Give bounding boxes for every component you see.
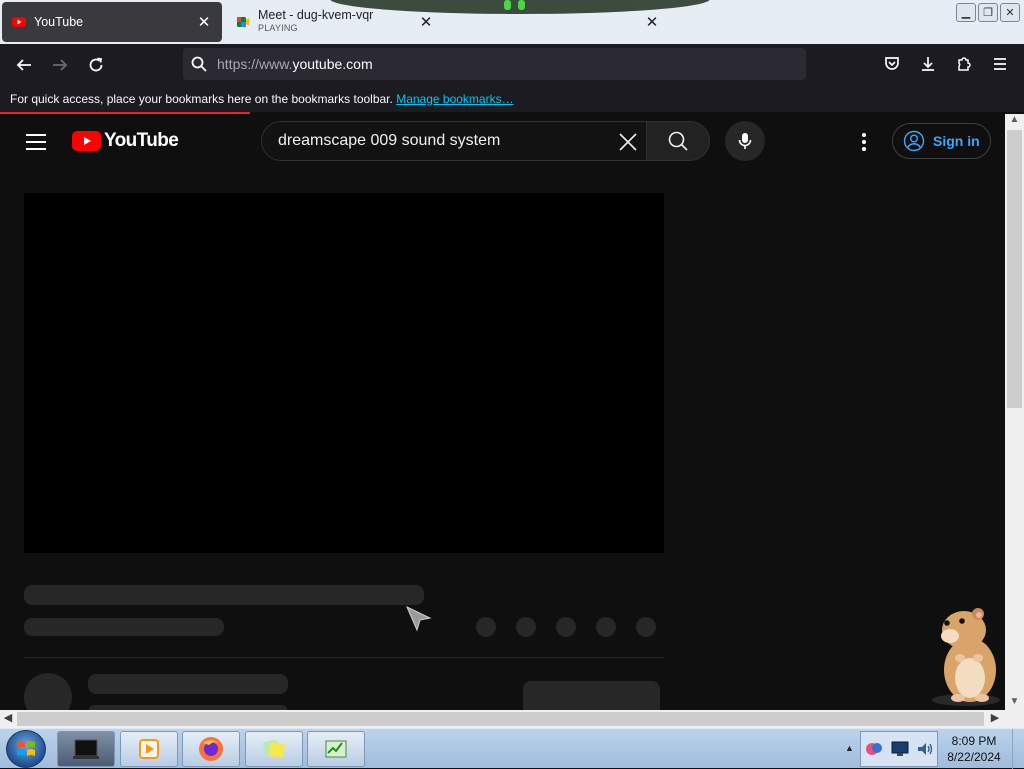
subtitle-skeleton (24, 618, 224, 636)
close-tab-icon[interactable]: ✕ (418, 13, 434, 31)
search-box (261, 121, 647, 161)
sign-in-button[interactable]: Sign in (892, 123, 991, 159)
downloads-button[interactable] (910, 48, 946, 80)
action-skeleton-dot (556, 617, 576, 637)
system-tray (860, 731, 938, 767)
monitor-icon[interactable] (891, 741, 909, 757)
url-text: https://www.youtube.com (217, 56, 373, 72)
back-arrow-icon (16, 58, 31, 71)
video-player[interactable] (24, 193, 664, 553)
bookmarks-toolbar: For quick access, place your bookmarks h… (0, 85, 1024, 112)
clear-search-icon[interactable] (616, 130, 640, 154)
reload-button[interactable] (78, 49, 114, 81)
tab-playing-status: PLAYING (258, 23, 298, 33)
magnifier-icon (668, 131, 688, 151)
scrollbar-thumb[interactable] (1007, 130, 1022, 408)
channel-name-skeleton (88, 674, 288, 694)
hamster-mascot-icon (932, 608, 1000, 706)
task-manager-icon (325, 740, 347, 758)
terminal-icon (73, 739, 99, 759)
search-input[interactable] (278, 132, 608, 150)
action-skeleton-dot (476, 617, 496, 637)
taskbar: ▲ 8:09 PM 8/22/2024 (0, 728, 1024, 769)
scrollbar-corner (1005, 710, 1024, 728)
search-button[interactable] (646, 121, 710, 161)
action-skeleton-dot (516, 617, 536, 637)
pocket-button[interactable] (874, 48, 910, 80)
voice-search-button[interactable] (725, 121, 765, 161)
minimize-icon[interactable]: ▁ (956, 3, 976, 22)
bookmarks-hint-text: For quick access, place your bookmarks h… (10, 92, 393, 106)
extensions-button[interactable] (946, 48, 982, 80)
settings-kebab-icon[interactable] (852, 130, 876, 154)
tab-third[interactable]: ✕ (450, 2, 670, 42)
close-tab-icon[interactable]: ✕ (644, 13, 660, 31)
scrollbar-thumb[interactable] (17, 712, 984, 726)
back-button[interactable] (6, 49, 42, 81)
guide-menu-icon[interactable] (24, 130, 48, 154)
microphone-icon (738, 133, 752, 149)
channel-avatar-skeleton (24, 673, 72, 710)
youtube-wordmark: YouTube (104, 130, 179, 151)
puzzle-piece-icon (958, 57, 971, 71)
clock-date: 8/22/2024 (947, 750, 1001, 764)
taskbar-app-firefox[interactable] (182, 731, 240, 767)
clock-time: 8:09 PM (951, 734, 997, 748)
google-meet-icon (237, 17, 249, 27)
youtube-logo[interactable]: YouTube (72, 130, 179, 152)
window-controls: ▁ ❐ ✕ (956, 3, 1020, 22)
close-tab-icon[interactable]: ✕ (196, 13, 212, 31)
scroll-right-icon[interactable]: ▶ (988, 711, 1002, 727)
subscribe-skeleton (523, 681, 660, 710)
hamburger-menu-icon (994, 58, 1006, 70)
sign-in-label: Sign in (933, 133, 980, 149)
action-skeleton-dot (636, 617, 656, 637)
media-player-icon (139, 739, 159, 759)
taskbar-app-task-manager[interactable] (307, 731, 365, 767)
scroll-left-icon[interactable]: ◀ (1, 711, 15, 727)
youtube-play-icon (72, 131, 101, 151)
manage-bookmarks-link[interactable]: Manage bookmarks… (396, 92, 513, 106)
navigation-toolbar: https://www.youtube.com (0, 44, 1024, 85)
show-hidden-icons-icon[interactable]: ▲ (845, 743, 854, 753)
show-desktop-button[interactable] (1012, 729, 1024, 769)
forward-arrow-icon (53, 58, 68, 71)
download-icon (922, 57, 934, 71)
windows-logo-icon (17, 741, 35, 756)
horizontal-scrollbar[interactable]: ◀ ▶ (0, 710, 1005, 728)
tab-meet[interactable]: Meet - dug-kvem-vqr PLAYING ✕ (226, 2, 444, 42)
account-circle-icon (903, 130, 925, 152)
vertical-scrollbar[interactable]: ▲ ▼ (1005, 114, 1024, 710)
action-skeleton-dot (596, 617, 616, 637)
tab-title: YouTube (34, 15, 84, 29)
tab-title: Meet - dug-kvem-vqr (258, 9, 374, 22)
taskbar-app-sticky-notes[interactable] (245, 731, 303, 767)
tab-youtube[interactable]: YouTube ✕ (2, 2, 222, 42)
messenger-icon[interactable] (864, 739, 884, 759)
menu-button[interactable] (982, 48, 1018, 80)
mouse-pointer-icon (406, 605, 432, 632)
sticky-notes-icon (262, 739, 285, 758)
start-button[interactable] (6, 730, 46, 768)
forward-button[interactable] (42, 49, 78, 81)
youtube-masthead: YouTube Sign in (0, 114, 1005, 170)
taskbar-app-media-player[interactable] (120, 731, 178, 767)
scroll-down-icon[interactable]: ▼ (1005, 696, 1024, 710)
taskbar-app-terminal[interactable] (57, 731, 115, 767)
divider (24, 657, 664, 658)
web-content: YouTube Sign in (0, 114, 1005, 710)
pocket-icon (885, 57, 899, 70)
close-window-icon[interactable]: ✕ (1000, 3, 1020, 22)
search-icon (191, 56, 207, 72)
scroll-up-icon[interactable]: ▲ (1005, 114, 1024, 128)
title-skeleton (24, 585, 424, 605)
system-clock[interactable]: 8:09 PM 8/22/2024 (940, 733, 1008, 765)
restore-icon[interactable]: ❐ (978, 3, 998, 22)
address-bar[interactable]: https://www.youtube.com (183, 48, 806, 80)
reload-icon (89, 57, 103, 71)
firefox-icon (199, 737, 223, 761)
youtube-favicon-icon (12, 17, 26, 27)
tab-strip: YouTube ✕ Meet - dug-kvem-vqr PLAYING ✕ … (0, 0, 1024, 44)
volume-icon[interactable] (916, 740, 934, 758)
